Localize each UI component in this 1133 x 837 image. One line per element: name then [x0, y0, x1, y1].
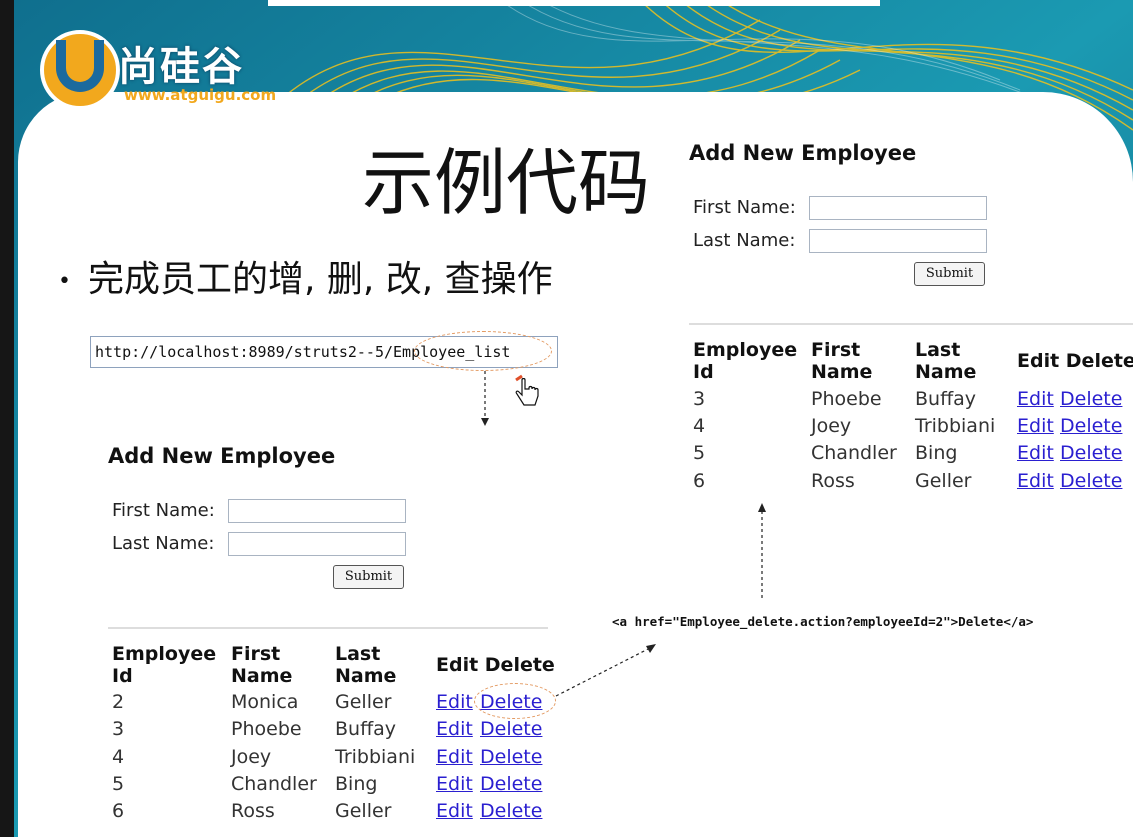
last-name-input[interactable]	[809, 229, 987, 253]
edit-link[interactable]: Edit	[1017, 388, 1054, 410]
cell-id: 3	[112, 718, 125, 740]
header-last-name: Last Name	[915, 339, 977, 383]
bullet-icon: •	[58, 268, 71, 294]
cell-first-name: Ross	[231, 800, 275, 822]
edit-link[interactable]: Edit	[436, 800, 473, 822]
bullet-text: 完成员工的增, 删, 改, 查操作	[88, 259, 553, 300]
cell-first-name: Phoebe	[811, 388, 882, 410]
first-name-label: First Name:	[693, 197, 796, 218]
cell-id: 4	[693, 415, 706, 437]
delete-link[interactable]: Delete	[1060, 442, 1122, 464]
delete-link[interactable]: Delete	[480, 800, 542, 822]
edit-link[interactable]: Edit	[436, 691, 473, 713]
cell-first-name: Chandler	[811, 442, 897, 464]
edit-link[interactable]: Edit	[436, 718, 473, 740]
delete-link-code-snippet: <a href="Employee_delete.action?employee…	[612, 614, 1034, 629]
header-first-name: First Name	[231, 643, 293, 687]
cell-id: 3	[693, 388, 706, 410]
cell-id: 4	[112, 746, 125, 768]
cell-id: 6	[693, 470, 706, 492]
edit-link[interactable]: Edit	[1017, 442, 1054, 464]
last-name-input[interactable]	[228, 532, 406, 556]
cell-last-name: Buffay	[335, 718, 397, 740]
url-highlight-ellipse	[414, 331, 552, 371]
logo-u-icon	[40, 30, 120, 110]
delete-highlight-ellipse	[474, 683, 556, 719]
last-name-label: Last Name:	[693, 230, 796, 251]
slide-title: 示例代码	[362, 141, 651, 225]
divider	[108, 627, 548, 629]
cell-id: 6	[112, 800, 125, 822]
add-employee-heading: Add New Employee	[108, 444, 336, 468]
cell-last-name: Tribbiani	[915, 415, 996, 437]
delete-link[interactable]: Delete	[1060, 415, 1122, 437]
first-name-input[interactable]	[228, 499, 406, 523]
header-employee-id: Employee Id	[112, 643, 217, 687]
delete-link[interactable]: Delete	[480, 773, 542, 795]
delete-link[interactable]: Delete	[480, 718, 542, 740]
header-actions: Edit Delete	[436, 654, 555, 676]
logo-url: www.atguigu.com	[124, 86, 277, 104]
edit-link[interactable]: Edit	[436, 746, 473, 768]
submit-button[interactable]: Submit	[914, 262, 985, 286]
header-actions: Edit Delete	[1017, 350, 1133, 372]
divider	[689, 323, 1133, 325]
edit-link[interactable]: Edit	[1017, 470, 1054, 492]
add-employee-heading: Add New Employee	[689, 141, 917, 165]
cell-first-name: Monica	[231, 691, 299, 713]
cell-last-name: Geller	[915, 470, 972, 492]
last-name-label: Last Name:	[112, 533, 215, 554]
logo-name: 尚硅谷	[118, 44, 244, 90]
cell-id: 5	[112, 773, 125, 795]
cell-first-name: Phoebe	[231, 718, 302, 740]
cell-last-name: Bing	[335, 773, 378, 795]
cell-first-name: Joey	[231, 746, 272, 768]
cell-last-name: Buffay	[915, 388, 977, 410]
cell-last-name: Tribbiani	[335, 746, 416, 768]
edit-link[interactable]: Edit	[1017, 415, 1054, 437]
first-name-label: First Name:	[112, 500, 215, 521]
cell-id: 2	[112, 691, 125, 713]
cell-last-name: Geller	[335, 691, 392, 713]
submit-button[interactable]: Submit	[333, 565, 404, 589]
edit-link[interactable]: Edit	[436, 773, 473, 795]
header-employee-id: Employee Id	[693, 339, 798, 383]
delete-link[interactable]: Delete	[1060, 470, 1122, 492]
first-name-input[interactable]	[809, 196, 987, 220]
cell-first-name: Chandler	[231, 773, 317, 795]
header-first-name: First Name	[811, 339, 873, 383]
cell-first-name: Joey	[811, 415, 852, 437]
cell-last-name: Bing	[915, 442, 958, 464]
header-last-name: Last Name	[335, 643, 397, 687]
delete-link[interactable]: Delete	[480, 746, 542, 768]
cell-first-name: Ross	[811, 470, 855, 492]
cell-last-name: Geller	[335, 800, 392, 822]
bullet-point: • 完成员工的增, 删, 改, 查操作	[58, 250, 553, 302]
cell-id: 5	[693, 442, 706, 464]
hand-cursor-icon	[515, 378, 539, 406]
delete-link[interactable]: Delete	[1060, 388, 1122, 410]
